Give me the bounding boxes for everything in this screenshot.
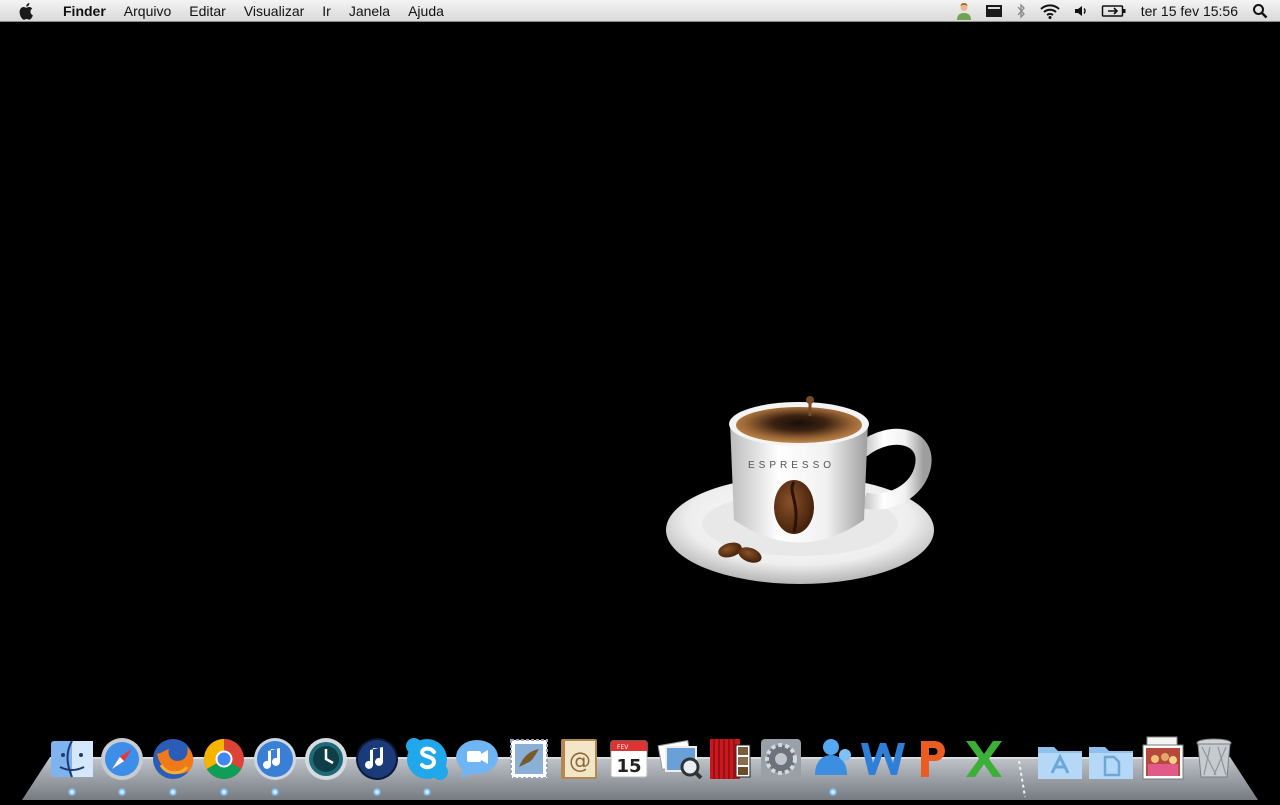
- dock-system-preferences[interactable]: [757, 735, 805, 783]
- dock-documents-folder[interactable]: [1087, 735, 1135, 783]
- dock-time-machine[interactable]: [302, 735, 350, 783]
- calendar-icon: FEV 15: [610, 740, 648, 778]
- running-indicator: [220, 788, 228, 796]
- dock: @ FEV 15: [0, 735, 1280, 795]
- dock-preview[interactable]: [656, 735, 704, 783]
- itunes-icon: [254, 738, 296, 780]
- safari-icon: [101, 738, 143, 780]
- menu-editar[interactable]: Editar: [180, 0, 235, 22]
- running-indicator: [423, 788, 431, 796]
- calendar-month: FEV: [617, 744, 629, 751]
- photos-stack-icon: [1142, 736, 1184, 780]
- menu-arquivo[interactable]: Arquivo: [115, 0, 180, 22]
- dock-trash[interactable]: [1190, 735, 1238, 783]
- dock-firefox[interactable]: [149, 735, 197, 783]
- running-indicator: [829, 788, 837, 796]
- wifi-icon[interactable]: [1033, 0, 1067, 22]
- desktop-wallpaper: ESPRESSO: [600, 360, 960, 600]
- dock-photos-stack[interactable]: [1139, 735, 1187, 783]
- running-indicator: [169, 788, 177, 796]
- apple-menu-icon[interactable]: [0, 0, 54, 22]
- preview-icon: [657, 739, 703, 780]
- running-indicator: [373, 788, 381, 796]
- dock-messenger[interactable]: [809, 735, 857, 783]
- dock-powerpoint[interactable]: [909, 735, 957, 783]
- word-icon: [861, 743, 905, 775]
- time-machine-icon: [305, 738, 347, 780]
- skype-icon: [406, 738, 448, 780]
- mail-icon: [510, 739, 548, 779]
- dock-photo-booth[interactable]: [706, 735, 754, 783]
- menu-finder[interactable]: Finder: [54, 0, 115, 22]
- running-indicator: [271, 788, 279, 796]
- menu-bar: Finder Arquivo Editar Visualizar Ir Jane…: [0, 0, 1280, 22]
- dock-word[interactable]: [859, 735, 907, 783]
- running-indicator: [118, 788, 126, 796]
- trash-icon: [1196, 738, 1232, 778]
- volume-icon[interactable]: [1067, 0, 1095, 22]
- menu-ajuda[interactable]: Ajuda: [399, 0, 453, 22]
- dock-itunes[interactable]: [251, 735, 299, 783]
- finder-icon: [51, 740, 93, 778]
- chrome-icon: [204, 739, 244, 779]
- menu-visualizar[interactable]: Visualizar: [235, 0, 313, 22]
- firefox-icon: [153, 739, 194, 779]
- dock-mail[interactable]: [505, 735, 553, 783]
- address-book-icon: @: [561, 739, 597, 779]
- menu-ir[interactable]: Ir: [313, 0, 340, 22]
- menu-janela[interactable]: Janela: [340, 0, 399, 22]
- applications-folder-icon: [1038, 747, 1082, 779]
- dock-excel[interactable]: [960, 735, 1008, 783]
- ichat-icon: [456, 740, 498, 779]
- powerpoint-icon: [921, 741, 945, 777]
- dock-finder[interactable]: [48, 735, 96, 783]
- cup-label: ESPRESSO: [748, 460, 835, 471]
- messenger-icon: [815, 739, 851, 775]
- calendar-day: 15: [616, 756, 641, 777]
- dock-ichat[interactable]: [453, 735, 501, 783]
- user-icon[interactable]: [949, 0, 979, 22]
- dock-itunes-2[interactable]: [353, 735, 401, 783]
- documents-folder-icon: [1089, 747, 1133, 779]
- photo-booth-icon: [710, 739, 751, 779]
- svg-text:@: @: [569, 749, 591, 774]
- bluetooth-icon[interactable]: [1009, 0, 1033, 22]
- display-icon[interactable]: [979, 0, 1009, 22]
- battery-icon[interactable]: [1095, 0, 1133, 22]
- dock-skype[interactable]: [403, 735, 451, 783]
- spotlight-icon[interactable]: [1246, 0, 1280, 22]
- running-indicator: [68, 788, 76, 796]
- dock-ical[interactable]: FEV 15: [605, 735, 653, 783]
- dock-applications-folder[interactable]: [1036, 735, 1084, 783]
- dock-address-book[interactable]: @: [555, 735, 603, 783]
- system-preferences-icon: [761, 739, 801, 779]
- dock-safari[interactable]: [98, 735, 146, 783]
- clock[interactable]: ter 15 fev 15:56: [1133, 0, 1246, 22]
- excel-icon: [966, 741, 1002, 777]
- itunes-dark-icon: [356, 738, 398, 780]
- dock-chrome[interactable]: [200, 735, 248, 783]
